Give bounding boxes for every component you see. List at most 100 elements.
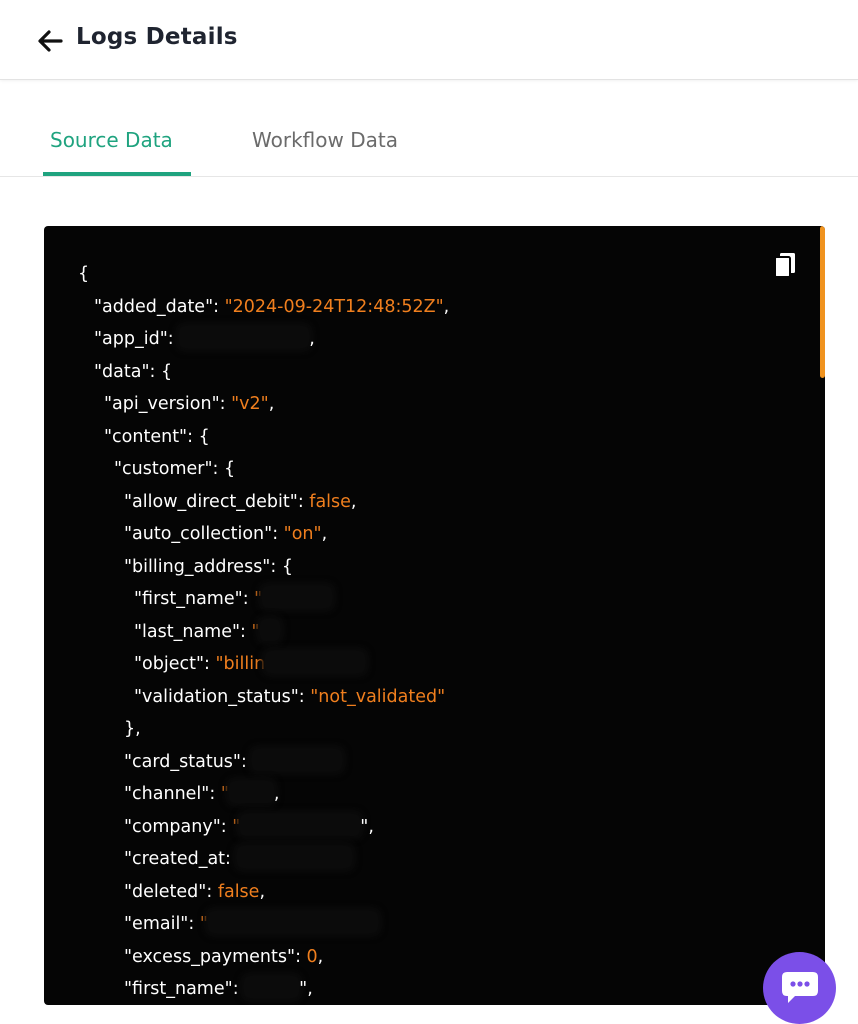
code-line: "added_date": "2024-09-24T12:48:52Z",: [78, 291, 785, 324]
code-line: "first_name": ": [78, 583, 785, 616]
json-colon: :: [167, 329, 180, 349]
json-colon: :: [298, 686, 311, 707]
json-brace: {: [161, 361, 173, 382]
json-punctuation: ,: [273, 784, 280, 804]
json-colon: :: [213, 296, 225, 317]
json-brace: {: [223, 459, 236, 479]
json-punctuation: {: [78, 264, 90, 284]
code-line: "last_name": ": [78, 616, 785, 649]
json-colon: :: [295, 946, 307, 967]
json-value: "v2": [231, 394, 269, 414]
code-line: "content": {: [78, 421, 785, 454]
json-colon: :: [297, 491, 310, 512]
redacted-value: [244, 976, 300, 998]
tab-bar: Source Data Workflow Data: [0, 110, 858, 177]
chat-icon: [781, 972, 818, 1003]
code-line: "data": {: [78, 356, 785, 389]
json-colon: :: [220, 816, 233, 837]
redacted-value: [179, 326, 310, 348]
code-line: "email": ": [78, 908, 785, 941]
code-line: "billing_address": {: [78, 551, 785, 584]
json-value: ": [232, 816, 241, 837]
json-value: "billin: [215, 654, 266, 674]
json-punctuation: ,: [317, 946, 324, 967]
json-key: "customer": [114, 459, 213, 479]
json-colon: :: [242, 589, 255, 609]
json-key: "excess_payments": [124, 946, 296, 967]
json-key: "validation_status": [134, 686, 299, 707]
scrollbar-thumb[interactable]: [820, 226, 825, 378]
redacted-value: [252, 748, 343, 771]
json-code: {"added_date": "2024-09-24T12:48:52Z", "a…: [78, 258, 785, 1005]
code-line: },: [78, 713, 785, 746]
code-line: "auto_collection": "on",: [78, 518, 785, 551]
json-punctuation: ",: [299, 979, 313, 999]
back-button[interactable]: [36, 27, 64, 55]
json-value: ": [254, 589, 263, 609]
json-key: "added_date": [94, 296, 214, 317]
code-line: "api_version": "v2",: [78, 388, 785, 421]
json-key: "content": [104, 426, 188, 447]
code-line: "object": "billin: [78, 648, 785, 681]
json-colon: :: [272, 524, 284, 544]
chat-widget-button[interactable]: [763, 952, 836, 1024]
json-punctuation: ",: [360, 816, 374, 837]
json-key: "created_at: [124, 849, 226, 869]
json-colon: :: [212, 459, 224, 479]
json-key: "first_name": [124, 979, 233, 999]
app-header: Logs Details: [0, 0, 858, 80]
json-punctuation: ,: [350, 491, 357, 512]
redacted-value: [207, 911, 378, 933]
json-value: 0: [306, 946, 318, 967]
tab-source-data[interactable]: Source Data: [43, 128, 191, 176]
json-key: "app_id": [94, 329, 168, 349]
json-colon: :: [149, 361, 161, 382]
json-key: "billing_address": [124, 556, 271, 577]
json-key: "first_name": [134, 589, 243, 609]
json-colon: :: [188, 914, 200, 934]
json-value: false: [309, 491, 351, 512]
json-colon: :: [187, 426, 199, 447]
json-key: "last_name": [134, 621, 241, 642]
tab-workflow-data[interactable]: Workflow Data: [245, 128, 405, 176]
redacted-value: [259, 618, 280, 641]
json-value: "2024-09-24T12:48:52Z": [224, 296, 444, 317]
json-brace: {: [198, 426, 210, 447]
json-viewer[interactable]: {"added_date": "2024-09-24T12:48:52Z", "a…: [44, 226, 825, 1005]
json-key: "allow_direct_debit": [124, 491, 298, 512]
json-punctuation: ,: [309, 329, 315, 349]
page-title: Logs Details: [76, 24, 238, 50]
json-colon: :: [225, 849, 237, 869]
json-value: "on": [283, 524, 322, 544]
code-line: "validation_status": "not_validated": [78, 681, 785, 714]
json-colon: :: [219, 394, 232, 414]
code-line: {: [78, 258, 785, 291]
json-punctuation: },: [124, 719, 141, 739]
redacted-value: [265, 651, 366, 673]
json-colon: :: [270, 556, 282, 577]
json-colon: :: [232, 979, 245, 999]
json-key: "channel": [124, 784, 210, 804]
json-punctuation: ,: [268, 394, 275, 414]
code-line: "created_at:: [78, 843, 785, 876]
json-colon: :: [204, 654, 216, 674]
code-line: "customer": {: [78, 453, 785, 486]
json-punctuation: ,: [321, 524, 328, 544]
json-key: "deleted": [124, 881, 207, 902]
code-line: "card_status":: [78, 746, 785, 779]
json-key: "email": [124, 914, 189, 934]
json-key: "auto_collection": [124, 524, 273, 544]
json-value: "not_validated": [310, 686, 446, 707]
redacted-value: [262, 586, 333, 608]
json-value: ": [199, 914, 208, 934]
json-value: false: [217, 881, 260, 902]
json-value: ": [220, 784, 229, 804]
code-line: "excess_payments": 0,: [78, 941, 785, 974]
json-value: ": [251, 621, 260, 642]
json-brace: {: [281, 556, 293, 577]
redacted-value: [240, 813, 361, 836]
json-key: "card_status": [124, 751, 241, 772]
json-key: "company": [124, 816, 221, 837]
code-line: "app_id": ,: [78, 323, 785, 356]
redacted-value: [236, 846, 352, 868]
